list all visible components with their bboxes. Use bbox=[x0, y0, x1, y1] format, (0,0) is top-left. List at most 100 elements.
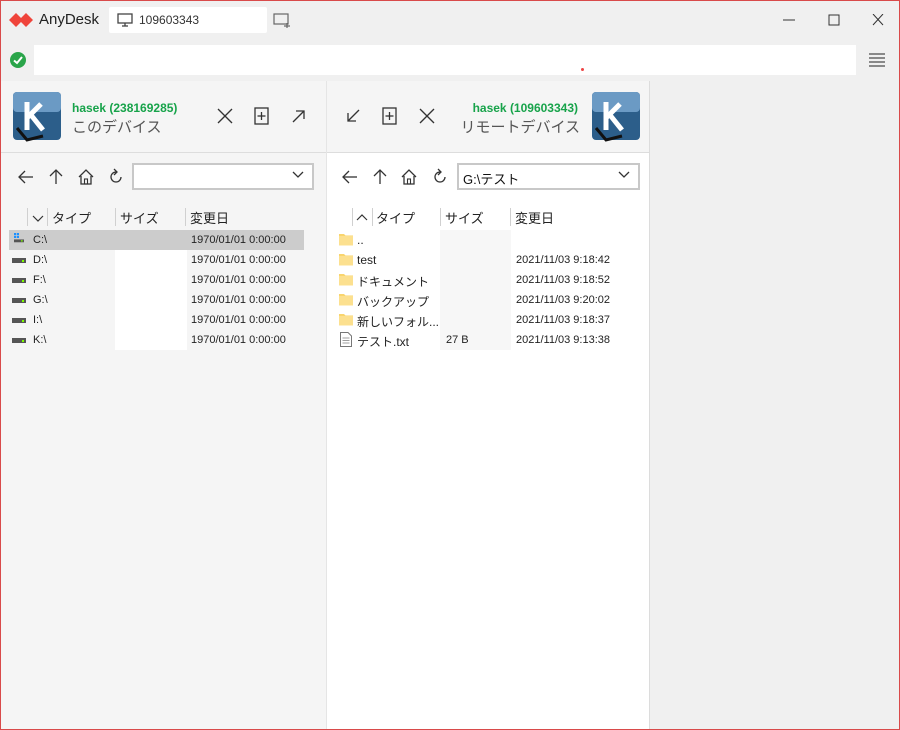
list-item[interactable]: F:\ 1970/01/01 0:00:00 bbox=[9, 270, 304, 290]
list-item[interactable]: テスト.txt 27 B 2021/11/03 9:13:38 bbox=[335, 330, 640, 350]
drive-icon bbox=[12, 278, 26, 283]
list-item[interactable]: バックアップ 2021/11/03 9:20:02 bbox=[335, 290, 640, 310]
up-arrow-icon[interactable] bbox=[47, 168, 65, 186]
list-item-name: C:\ bbox=[33, 234, 48, 246]
list-item-name: バックアップ bbox=[357, 295, 430, 309]
local-file-panel: hasek (238169285) このデバイス タイプ サイズ 変更日 C:\… bbox=[1, 81, 326, 729]
check-circle-icon bbox=[10, 52, 26, 68]
new-folder-icon[interactable] bbox=[252, 106, 272, 126]
chevron-down-icon bbox=[618, 171, 630, 178]
list-item-modified: 1970/01/01 0:00:00 bbox=[191, 334, 286, 346]
column-header-type[interactable]: タイプ bbox=[376, 208, 415, 226]
column-separator bbox=[47, 208, 48, 226]
text-file-icon bbox=[340, 332, 352, 347]
up-arrow-icon[interactable] bbox=[371, 168, 389, 186]
windows-drive-icon bbox=[14, 233, 24, 243]
column-header-type[interactable]: タイプ bbox=[52, 208, 91, 226]
drive-icon bbox=[12, 298, 26, 303]
column-header-size[interactable]: サイズ bbox=[120, 208, 159, 226]
home-icon[interactable] bbox=[400, 168, 418, 186]
list-item-name: K:\ bbox=[33, 334, 47, 346]
remote-panel-header: hasek (109603343) リモートデバイス bbox=[327, 81, 649, 153]
folder-icon bbox=[339, 294, 353, 306]
anydesk-logo-icon bbox=[9, 13, 33, 27]
minimize-button[interactable] bbox=[774, 9, 804, 31]
list-item-modified: 1970/01/01 0:00:00 bbox=[191, 274, 286, 286]
close-window-button[interactable] bbox=[863, 9, 893, 31]
maximize-button[interactable] bbox=[819, 9, 849, 31]
folder-icon bbox=[339, 234, 353, 246]
remote-user-name: hasek (109603343) bbox=[472, 101, 578, 115]
close-icon bbox=[872, 14, 884, 26]
refresh-icon[interactable] bbox=[107, 168, 125, 186]
back-arrow-icon[interactable] bbox=[17, 168, 35, 186]
column-separator bbox=[352, 208, 353, 226]
list-item[interactable]: test 2021/11/03 9:18:42 bbox=[335, 250, 640, 270]
session-tab[interactable]: 109603343 bbox=[109, 7, 267, 33]
column-separator bbox=[185, 208, 186, 226]
folder-icon bbox=[339, 254, 353, 266]
chevron-down-icon bbox=[292, 171, 304, 178]
folder-icon bbox=[339, 314, 353, 326]
address-indicator-dot bbox=[581, 68, 584, 71]
column-header-size[interactable]: サイズ bbox=[445, 208, 484, 226]
close-icon[interactable] bbox=[215, 106, 235, 126]
list-item-modified: 2021/11/03 9:18:37 bbox=[516, 314, 610, 326]
list-item-modified: 2021/11/03 9:18:42 bbox=[516, 254, 610, 266]
refresh-icon[interactable] bbox=[431, 168, 449, 186]
list-item-name: F:\ bbox=[33, 274, 46, 286]
list-item[interactable]: K:\ 1970/01/01 0:00:00 bbox=[9, 330, 304, 350]
list-item-size: 27 B bbox=[446, 334, 469, 346]
list-item-modified: 1970/01/01 0:00:00 bbox=[191, 254, 286, 266]
local-device-label: このデバイス bbox=[72, 119, 162, 136]
list-item-modified: 2021/11/03 9:20:02 bbox=[516, 294, 610, 306]
monitor-icon bbox=[117, 13, 133, 27]
avatar bbox=[592, 92, 640, 142]
list-item-name: D:\ bbox=[33, 254, 48, 266]
column-header-modified[interactable]: 変更日 bbox=[190, 208, 229, 226]
list-item-modified: 1970/01/01 0:00:00 bbox=[191, 314, 286, 326]
local-path-dropdown[interactable] bbox=[132, 163, 314, 190]
list-item[interactable]: I:\ 1970/01/01 0:00:00 bbox=[9, 310, 304, 330]
close-icon[interactable] bbox=[417, 106, 437, 126]
sort-chevron-down-icon[interactable] bbox=[32, 215, 44, 223]
app-title: AnyDesk bbox=[39, 11, 100, 28]
list-item[interactable]: .. bbox=[335, 230, 640, 250]
home-icon[interactable] bbox=[77, 168, 95, 186]
drive-icon bbox=[12, 318, 26, 323]
sort-chevron-up-icon[interactable] bbox=[356, 213, 368, 221]
list-item-modified: 2021/11/03 9:13:38 bbox=[516, 334, 610, 346]
list-item[interactable]: C:\ 1970/01/01 0:00:00 bbox=[9, 230, 304, 250]
list-item-name: test bbox=[357, 253, 377, 267]
list-item-name: ドキュメント bbox=[357, 275, 430, 289]
remote-device-label: リモートデバイス bbox=[460, 119, 580, 136]
back-arrow-icon[interactable] bbox=[341, 168, 359, 186]
new-session-icon[interactable] bbox=[273, 12, 291, 28]
maximize-icon bbox=[828, 14, 840, 26]
list-item[interactable]: ドキュメント 2021/11/03 9:18:52 bbox=[335, 270, 640, 290]
drive-icon bbox=[12, 258, 26, 263]
column-header-modified[interactable]: 変更日 bbox=[515, 208, 554, 226]
new-folder-icon[interactable] bbox=[380, 106, 400, 126]
column-separator bbox=[510, 208, 511, 226]
drive-icon bbox=[12, 338, 26, 343]
title-bar: AnyDesk 109603343 bbox=[1, 1, 899, 39]
list-item-modified: 1970/01/01 0:00:00 bbox=[191, 234, 286, 246]
list-item-name: I:\ bbox=[33, 314, 43, 326]
list-item[interactable]: D:\ 1970/01/01 0:00:00 bbox=[9, 250, 304, 270]
remote-path-dropdown[interactable]: G:\テスト bbox=[457, 163, 640, 190]
list-item[interactable]: 新しいフォル... 2021/11/03 9:18:37 bbox=[335, 310, 640, 330]
empty-area bbox=[650, 81, 899, 729]
local-user-name: hasek (238169285) bbox=[72, 101, 178, 115]
upload-arrow-icon[interactable] bbox=[289, 106, 309, 126]
column-separator bbox=[372, 208, 373, 226]
column-separator bbox=[27, 208, 28, 226]
list-item-name: 新しいフォル... bbox=[357, 315, 440, 329]
list-item[interactable]: G:\ 1970/01/01 0:00:00 bbox=[9, 290, 304, 310]
list-item-modified: 2021/11/03 9:18:52 bbox=[516, 274, 610, 286]
address-input[interactable] bbox=[34, 45, 856, 75]
address-bar bbox=[1, 39, 899, 81]
hamburger-menu-icon[interactable] bbox=[867, 52, 887, 68]
download-arrow-icon[interactable] bbox=[343, 106, 363, 126]
list-item-name: G:\ bbox=[33, 294, 48, 306]
